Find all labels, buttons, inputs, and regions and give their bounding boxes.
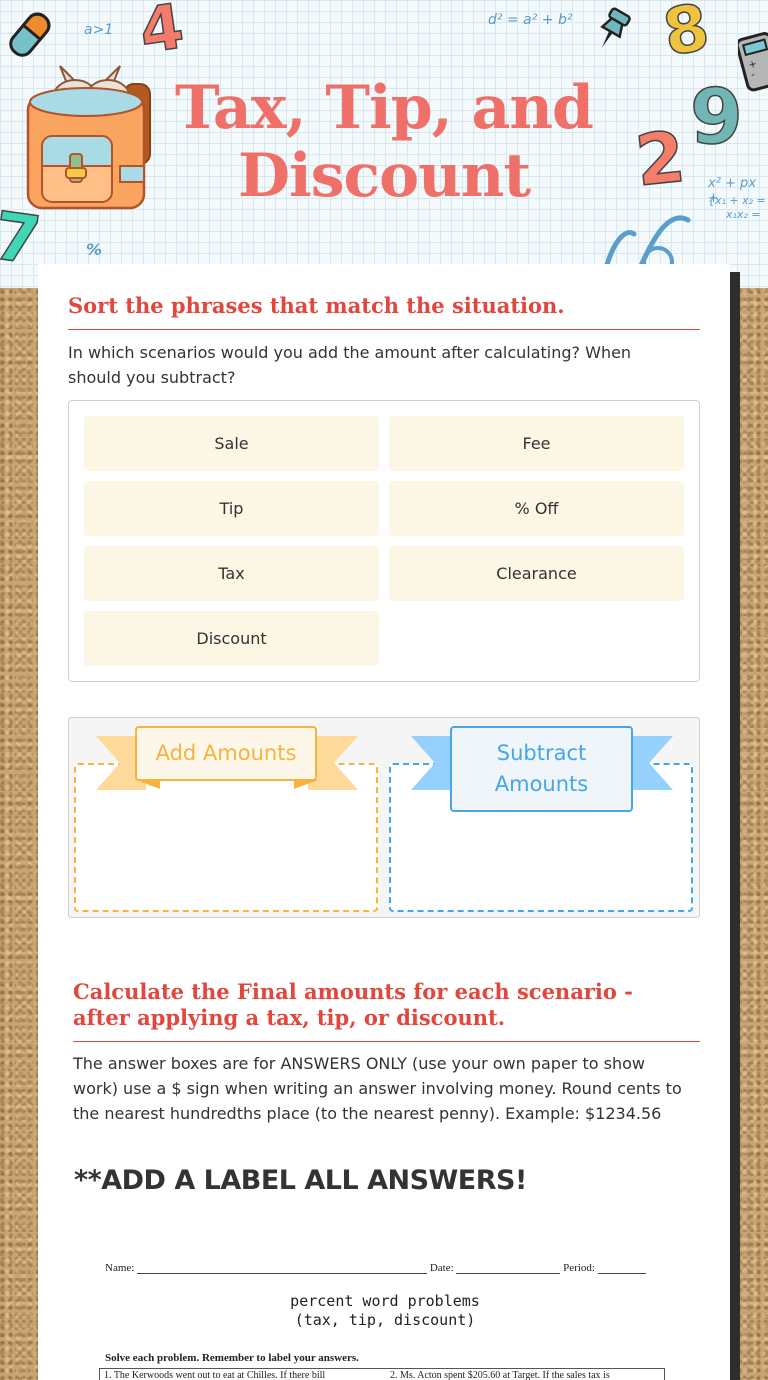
phrase-chip-fee[interactable]: Fee <box>389 416 684 471</box>
problems-table: 1. The Kerwoods went out to eat at Chill… <box>99 1368 665 1380</box>
formula-quadratic-2: {x₁ + x₂ = <box>708 194 766 207</box>
subtract-amounts-label: Subtract Amounts <box>450 726 633 812</box>
backpack-cats-illustration <box>26 65 151 210</box>
digit-2-decoration: 2 <box>631 115 690 203</box>
worksheet-title-2: (tax, tip, discount) <box>294 1311 476 1329</box>
period-line <box>597 1264 646 1274</box>
sort-instructions: In which scenarios would you add the amo… <box>68 343 632 387</box>
worksheet-title-1: percent word problems <box>290 1292 480 1310</box>
formula-quadratic-3: x₁x₂ = <box>726 208 761 221</box>
digit-9-decoration: 9 <box>689 71 743 162</box>
sort-section-title: Sort the phrases that match the situatio… <box>68 293 565 318</box>
phrase-chip-tip[interactable]: Tip <box>84 481 379 536</box>
phrase-chip-sale[interactable]: Sale <box>84 416 379 471</box>
label-answers-note: **ADD A LABEL ALL ANSWERS! <box>74 1165 527 1196</box>
phrase-chip-percent-off[interactable]: % Off <box>389 481 684 536</box>
page-title: Tax, Tip, and Discount <box>175 73 594 211</box>
worksheet-instructions: Solve each problem. Remember to label yo… <box>105 1352 359 1364</box>
calc-instructions: The answer boxes are for ANSWERS ONLY (u… <box>73 1054 682 1123</box>
squiggle-decoration <box>603 215 691 270</box>
header-banner: a>1 4 d² = a² + b² 8 + - 9 2 x² + px + {… <box>0 0 768 288</box>
eraser-icon <box>9 12 51 57</box>
phrase-chip-tax[interactable]: Tax <box>84 546 379 601</box>
percent-decoration: % <box>86 240 103 259</box>
worksheet-header-row: Name: Date: Period: <box>105 1262 665 1274</box>
formula-a-gt-1: a>1 <box>84 22 114 38</box>
sort-section-divider <box>68 329 700 330</box>
period-label: Period: <box>563 1262 595 1274</box>
problem-1-text: 1. The Kerwoods went out to eat at Chill… <box>104 1370 326 1380</box>
card-shadow-edge <box>730 272 740 1380</box>
date-line <box>456 1264 561 1274</box>
phrase-chip-discount[interactable]: Discount <box>84 611 379 666</box>
phrase-chip-clearance[interactable]: Clearance <box>389 546 684 601</box>
calc-section-divider <box>73 1041 700 1042</box>
name-line <box>137 1264 428 1274</box>
calc-section-title: Calculate the Final amounts for each sce… <box>73 979 633 1030</box>
date-label: Date: <box>429 1262 454 1274</box>
add-amounts-label: Add Amounts <box>135 726 317 781</box>
problem-2-text: 2. Ms. Acton spent $205.60 at Target. If… <box>390 1370 610 1380</box>
digit-8-decoration: 8 <box>657 0 715 72</box>
name-label: Name: <box>105 1262 135 1274</box>
push-pin-icon <box>600 7 631 48</box>
formula-pythagorean: d² = a² + b² <box>488 12 573 28</box>
worksheet-image: Name: Date: Period: percent word problem… <box>90 1250 680 1380</box>
